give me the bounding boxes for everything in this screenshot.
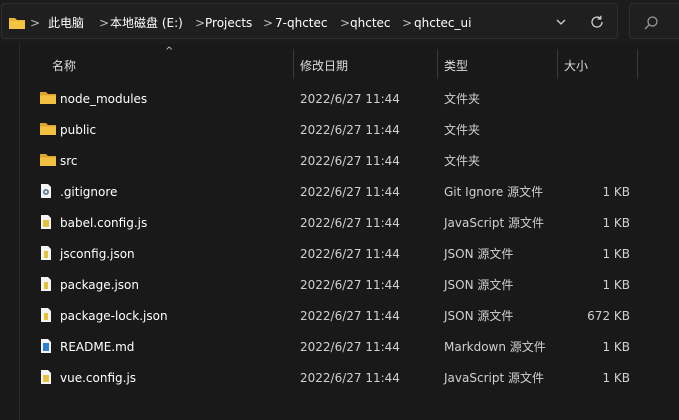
file-size: 1 KB [602, 371, 630, 385]
file-type: 文件夹 [444, 154, 481, 168]
file-name: public [60, 123, 97, 137]
file-type: JSON 源文件 [444, 309, 514, 323]
column-divider[interactable] [437, 49, 438, 79]
breadcrumb-qhctec[interactable]: qhctec [350, 15, 391, 31]
file-name: package.json [60, 278, 140, 292]
js-file-icon [39, 369, 57, 387]
file-date: 2022/6/27 11:44 [300, 278, 400, 292]
js-file-icon [39, 214, 57, 232]
file-name: jsconfig.json [60, 247, 135, 261]
file-date: 2022/6/27 11:44 [300, 154, 400, 168]
column-type[interactable]: 类型 [444, 58, 468, 74]
file-name: .gitignore [60, 185, 118, 199]
refresh-icon[interactable] [589, 14, 605, 33]
json-file-icon [39, 276, 57, 294]
breadcrumb-separator: > [30, 16, 41, 30]
file-date: 2022/6/27 11:44 [300, 92, 400, 106]
breadcrumb-separator: > [263, 16, 274, 30]
breadcrumb-separator: > [195, 16, 206, 30]
address-toolbar: > 此电脑 > 本地磁盘 (E:) > Projects > 7-qhctec … [0, 0, 679, 44]
file-row[interactable]: vue.config.js 2022/6/27 11:44 JavaScript… [20, 363, 660, 394]
breadcrumb-drive-e[interactable]: 本地磁盘 (E:) [110, 15, 183, 31]
file-row[interactable]: .gitignore 2022/6/27 11:44 Git Ignore 源文… [20, 177, 660, 208]
file-name: babel.config.js [60, 216, 148, 230]
column-date[interactable]: 修改日期 [300, 58, 348, 74]
file-type: 文件夹 [444, 92, 481, 106]
column-size[interactable]: 大小 [564, 58, 588, 74]
breadcrumb-projects[interactable]: Projects [205, 15, 252, 31]
file-type: JSON 源文件 [444, 247, 514, 261]
column-divider[interactable] [637, 49, 638, 79]
address-actions [545, 4, 617, 40]
file-size: 1 KB [602, 185, 630, 199]
breadcrumb-separator: > [340, 16, 351, 30]
file-row[interactable]: jsconfig.json 2022/6/27 11:44 JSON 源文件 1… [20, 239, 660, 270]
column-divider[interactable] [557, 49, 558, 79]
file-type: Markdown 源文件 [444, 340, 546, 354]
file-type: JSON 源文件 [444, 278, 514, 292]
search-box[interactable] [629, 3, 679, 39]
sort-ascending-icon: ^ [165, 46, 174, 57]
file-name: package-lock.json [60, 309, 168, 323]
file-row[interactable]: babel.config.js 2022/6/27 11:44 JavaScri… [20, 208, 660, 239]
file-date: 2022/6/27 11:44 [300, 185, 400, 199]
column-divider[interactable] [293, 49, 294, 79]
column-name[interactable]: 名称 [52, 58, 76, 74]
breadcrumb-this-pc[interactable]: 此电脑 [48, 15, 84, 31]
gear-file-icon [39, 183, 57, 201]
file-type: Git Ignore 源文件 [444, 185, 544, 199]
file-type: 文件夹 [444, 123, 481, 137]
file-name: README.md [60, 340, 135, 354]
file-size: 1 KB [602, 216, 630, 230]
file-name: node_modules [60, 92, 148, 106]
breadcrumb-qhctec-ui[interactable]: qhctec_ui [414, 15, 471, 31]
json-file-icon [39, 245, 57, 263]
file-date: 2022/6/27 11:44 [300, 123, 400, 137]
json-file-icon [39, 307, 57, 325]
file-row[interactable]: README.md 2022/6/27 11:44 Markdown 源文件 1… [20, 332, 660, 363]
file-row[interactable]: node_modules 2022/6/27 11:44 文件夹 [20, 84, 660, 115]
file-name: vue.config.js [60, 371, 137, 385]
breadcrumb-separator: > [402, 16, 413, 30]
file-row[interactable]: src 2022/6/27 11:44 文件夹 [20, 146, 660, 177]
file-name: src [60, 154, 78, 168]
folder-icon [39, 121, 57, 139]
file-type: JavaScript 源文件 [444, 371, 544, 385]
folder-icon [8, 15, 26, 34]
folder-icon [39, 90, 57, 108]
folder-icon [39, 152, 57, 170]
address-bar[interactable]: > 此电脑 > 本地磁盘 (E:) > Projects > 7-qhctec … [1, 3, 618, 39]
file-date: 2022/6/27 11:44 [300, 340, 400, 354]
file-size: 1 KB [602, 278, 630, 292]
file-date: 2022/6/27 11:44 [300, 216, 400, 230]
file-size: 672 KB [587, 309, 630, 323]
file-date: 2022/6/27 11:44 [300, 371, 400, 385]
file-size: 1 KB [602, 340, 630, 354]
md-file-icon [39, 338, 57, 356]
breadcrumb-separator: > [99, 16, 110, 30]
column-header: ^ 名称 修改日期 类型 大小 [0, 44, 679, 80]
breadcrumb-7-qhctec[interactable]: 7-qhctec [275, 15, 327, 31]
file-row[interactable]: package-lock.json 2022/6/27 11:44 JSON 源… [20, 301, 660, 332]
file-date: 2022/6/27 11:44 [300, 247, 400, 261]
file-row[interactable]: public 2022/6/27 11:44 文件夹 [20, 115, 660, 146]
chevron-down-icon[interactable] [555, 16, 567, 31]
file-type: JavaScript 源文件 [444, 216, 544, 230]
file-row[interactable]: package.json 2022/6/27 11:44 JSON 源文件 1 … [20, 270, 660, 301]
file-size: 1 KB [602, 247, 630, 261]
file-date: 2022/6/27 11:44 [300, 309, 400, 323]
search-icon [644, 16, 658, 30]
file-list-pane: ^ 名称 修改日期 类型 大小 node_modules 2022/6/27 1… [0, 44, 679, 420]
